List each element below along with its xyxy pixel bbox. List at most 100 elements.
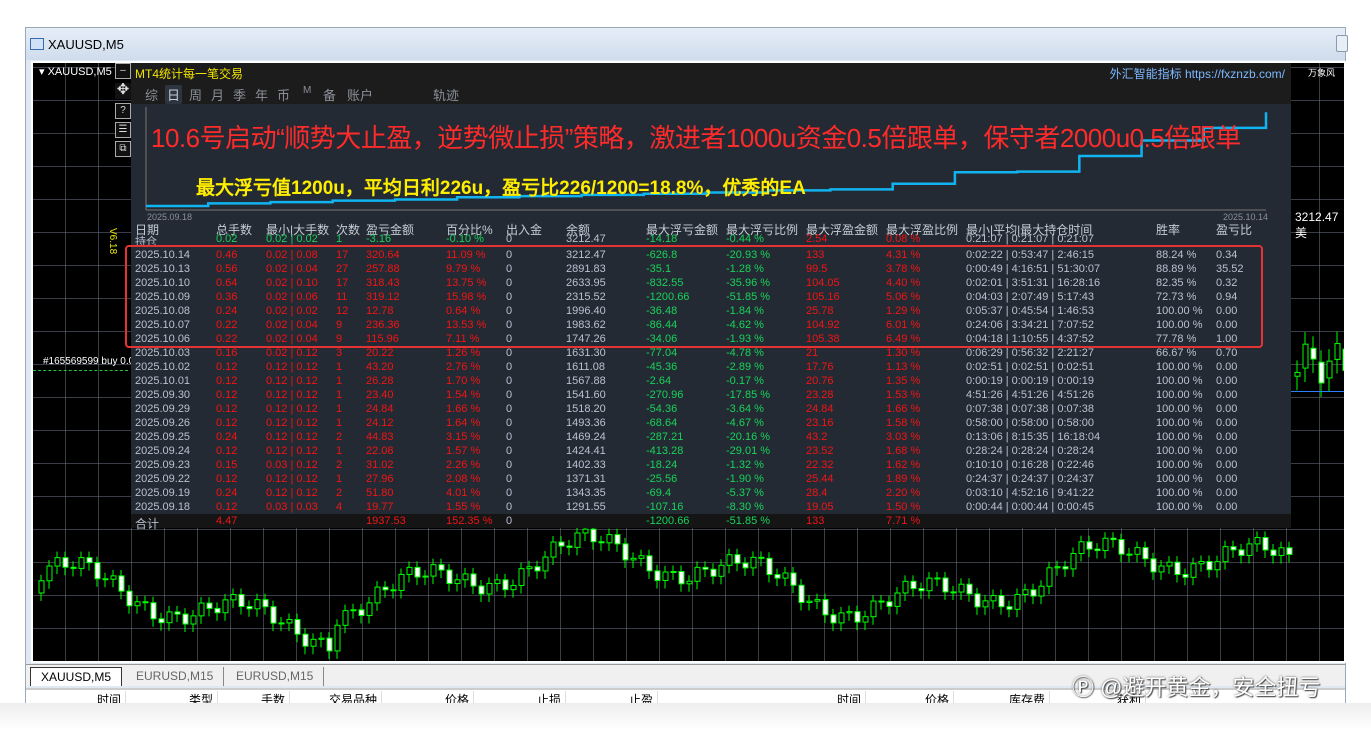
panel-tab-1[interactable]: 日 [165, 85, 183, 104]
cell-bal: 3212.47 [566, 233, 606, 245]
table-row[interactable]: 2025.10.01 0.12 0.12 | 0.12 1 26.28 1.70 % 0 15… [131, 375, 1291, 389]
candle [534, 560, 541, 579]
chart-tab-2[interactable]: EURUSD,M15 [226, 667, 325, 686]
cell-date: 2025.09.25 [135, 431, 191, 443]
cell-minmax: 0.12 | 0.12 [266, 487, 318, 499]
cell-count: 1 [336, 445, 343, 457]
stats-panel: MT4统计每一笔交易 外汇智能指标 https://fxznzb.com/ 综日… [125, 63, 1291, 531]
cell-mfl: -25.56 [646, 473, 678, 485]
table-row[interactable]: 2025.09.22 0.12 0.12 | 0.12 1 27.96 2.08 % 0 13… [131, 473, 1291, 487]
cell-win: 100.00 % [1156, 445, 1203, 457]
cell-lots: 0.12 [216, 501, 238, 513]
cell-mflp: -3.64 % [726, 403, 764, 415]
minimize-panel-button[interactable]: – [115, 63, 131, 79]
price-chart[interactable]: ▾ XAUUSD,M5 – ✥ ? ☰ ⧉ V6.18 #165569599 b… [31, 61, 1346, 663]
panel-tab-0[interactable]: 综 [143, 85, 160, 104]
window-control-button[interactable] [1336, 35, 1348, 52]
candle [854, 605, 861, 631]
candle [54, 551, 61, 575]
candle [742, 557, 749, 576]
candle [1190, 557, 1197, 586]
table-row[interactable]: 2025.09.23 0.15 0.03 | 0.12 2 31.02 2.26 % 0 14… [131, 459, 1291, 473]
table-row[interactable]: 2025.09.30 0.12 0.12 | 0.12 1 23.40 1.54 % 0 15… [131, 389, 1291, 403]
total-row[interactable]: 合计 4.47 1937.53 152.35 % 0 -1200.66 -51.85 % 13… [131, 515, 1291, 531]
cell-lots: 0.12 [216, 473, 238, 485]
cell-minmax: 0.03 | 0.03 [266, 501, 318, 513]
chart-tab-1[interactable]: EURUSD,M15 [126, 667, 225, 686]
candle [430, 558, 437, 585]
cell-win: 66.67 % [1156, 347, 1197, 359]
cell-mfp: 25.44 [806, 473, 834, 485]
panel-tab-8[interactable]: 备 [321, 85, 338, 104]
cell-mfpp: 1.89 % [886, 473, 921, 485]
cell-lots: 0.12 [216, 445, 238, 457]
candle [790, 566, 797, 594]
panel-link[interactable]: 外汇智能指标 https://fxznzb.com/ [1110, 65, 1285, 82]
cell-io: 0 [506, 347, 513, 359]
candle [566, 540, 573, 556]
cell-minmax: 0.02 | 0.02 [266, 233, 318, 245]
cell-mfl: -2.64 [646, 375, 672, 387]
candle [1022, 583, 1029, 603]
cell-io: 0 [506, 417, 513, 429]
cell-pnl: 22.08 [366, 445, 394, 457]
candle [606, 528, 613, 551]
table-row[interactable]: 2025.09.24 0.12 0.12 | 0.12 1 22.08 1.57 % 0 14… [131, 445, 1291, 459]
candle [1054, 560, 1061, 576]
cell-pct: 1.54 % [446, 389, 481, 401]
table-row[interactable]: 2025.10.02 0.12 0.12 | 0.12 1 43.20 2.76 % 0 16… [131, 361, 1291, 375]
cell-date: 2025.10.01 [135, 375, 191, 387]
settings-icon[interactable]: ☰ [115, 122, 131, 138]
candle [598, 535, 605, 551]
panel-tab-5[interactable]: 年 [253, 85, 270, 104]
bottom-fade [0, 703, 1371, 730]
cell-mflp: -4.67 % [726, 417, 764, 429]
cell-win: 100.00 % [1156, 487, 1203, 499]
candle [1246, 537, 1253, 564]
table-row[interactable]: 2025.09.26 0.12 0.12 | 0.12 1 24.12 1.64 % 0 14… [131, 417, 1291, 431]
candle [910, 575, 917, 597]
cell-pct: 2.26 % [446, 459, 481, 471]
table-row[interactable]: 2025.09.19 0.24 0.12 | 0.12 2 51.80 4.01 % 0 13… [131, 487, 1291, 501]
cell-bal: 1631.30 [566, 347, 606, 359]
panel-tab-7[interactable]: M [301, 85, 313, 96]
chart-tab-0[interactable]: XAUUSD,M5 [30, 667, 123, 686]
table-row[interactable]: 2025.09.18 0.12 0.03 | 0.03 4 19.77 1.55 % 0 12… [131, 501, 1291, 515]
panel-tab-9[interactable]: 账户 [345, 85, 375, 104]
cell-pct: 1.66 % [446, 403, 481, 415]
panel-header: MT4统计每一笔交易 外汇智能指标 https://fxznzb.com/ [131, 63, 1291, 82]
cell-mfl: -18.24 [646, 459, 678, 471]
cell-count: 3 [336, 347, 343, 359]
cell-pct: 152.35 % [446, 515, 493, 527]
restore-icon[interactable]: ⧉ [115, 141, 131, 157]
candle [1182, 568, 1189, 586]
candle [998, 589, 1005, 615]
panel-tab-4[interactable]: 季 [231, 85, 248, 104]
table-row[interactable]: 2025.09.25 0.24 0.12 | 0.12 2 44.83 3.15 % 0 14… [131, 431, 1291, 445]
candle [934, 571, 941, 587]
panel-tab-6[interactable]: 币 [275, 85, 292, 104]
candle [1094, 543, 1101, 559]
panel-tab-2[interactable]: 周 [187, 85, 204, 104]
panel-tab-10[interactable]: 轨迹 [431, 85, 461, 104]
cell-mfp: 20.76 [806, 375, 834, 387]
help-icon[interactable]: ? [115, 103, 131, 119]
cell-rr: 0.00 [1216, 361, 1238, 373]
cell-time: 0:28:24 | 0:28:24 | 0:28:24 [966, 445, 1095, 457]
cell-rr: 0.00 [1216, 403, 1238, 415]
cell-mfp: 24.84 [806, 403, 834, 415]
panel-tabs: 综日周月季年币 M 备账户 轨迹 [131, 82, 1291, 104]
candle [398, 568, 405, 599]
cell-mfl: -1200.66 [646, 515, 690, 527]
cell-io: 0 [506, 515, 513, 527]
cell-rr: 0.00 [1216, 431, 1238, 443]
indicator-label: 万象风 [1308, 68, 1336, 78]
panel-tab-3[interactable]: 月 [209, 85, 226, 104]
candle [766, 552, 773, 583]
candle [78, 551, 85, 577]
cell-mfl: -107.16 [646, 501, 684, 513]
move-icon[interactable]: ✥ [115, 82, 131, 99]
table-row[interactable]: 2025.09.29 0.12 0.12 | 0.12 1 24.84 1.66 % 0 15… [131, 403, 1291, 417]
table-row[interactable]: 2025.10.03 0.16 0.02 | 0.12 3 20.22 1.26 % 0 16… [131, 347, 1291, 361]
candle [1110, 532, 1117, 548]
